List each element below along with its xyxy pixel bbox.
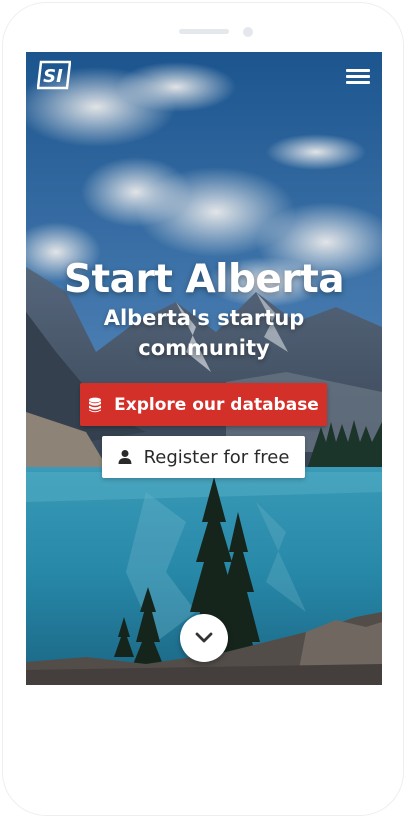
chevron-down-icon [195,632,213,643]
phone-mockup: SI Start Alberta Alberta's startup commu… [0,0,408,820]
scroll-down-button[interactable] [180,614,228,662]
menu-line [346,69,370,72]
phone-speaker [179,29,229,34]
explore-database-button[interactable]: Explore our database [80,383,327,426]
register-button[interactable]: Register for free [102,436,305,478]
hero-section: SI Start Alberta Alberta's startup commu… [26,52,382,685]
hamburger-menu-icon[interactable] [346,66,372,86]
hero-background-image [26,52,382,685]
page-title: Start Alberta [63,257,345,302]
logo-text: SI [43,66,63,87]
page-subtitle: Alberta's startup community [103,306,305,360]
explore-database-label: Explore our database [114,394,319,415]
menu-line [346,81,370,84]
si-logo[interactable]: SI [37,60,71,90]
menu-line [346,75,370,78]
register-label: Register for free [143,446,290,468]
phone-camera [243,27,253,37]
user-icon [118,450,132,464]
database-icon [89,397,102,412]
